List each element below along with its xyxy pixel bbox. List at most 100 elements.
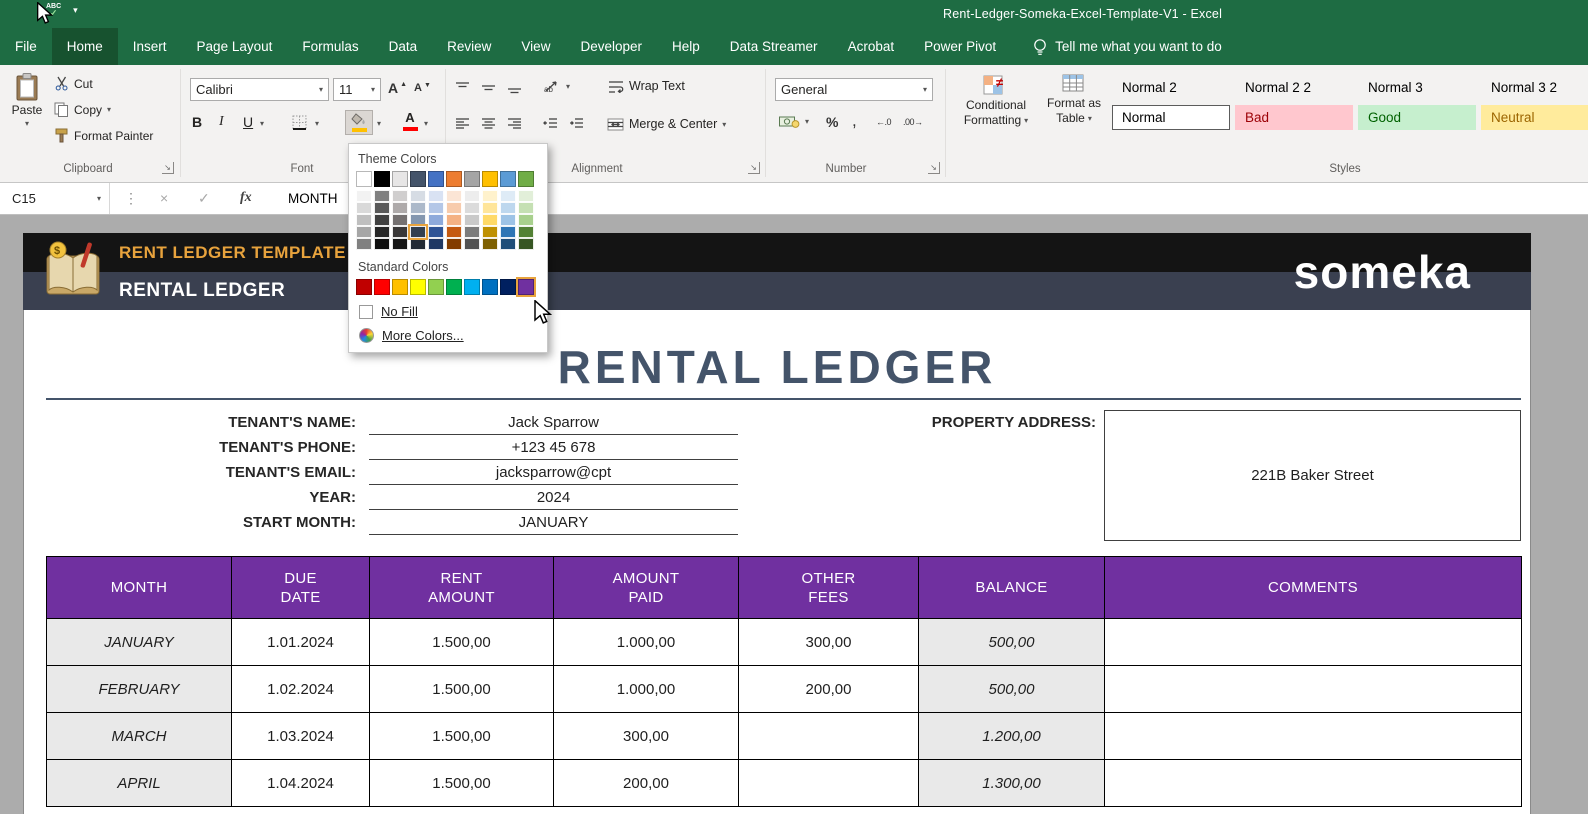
ledger-cell[interactable]: 1.01.2024 xyxy=(232,619,370,666)
theme-variant-swatch[interactable] xyxy=(428,214,444,226)
font-color-caret-icon[interactable]: ▾ xyxy=(424,119,428,128)
tenant-field-value[interactable]: +123 45 678 xyxy=(369,435,738,460)
theme-variant-swatch[interactable] xyxy=(464,226,480,238)
ledger-cell[interactable] xyxy=(739,760,919,807)
format-painter-button[interactable]: Format Painter xyxy=(54,128,153,143)
tab-home[interactable]: Home xyxy=(51,28,118,65)
number-dialog-launcher[interactable]: ↘ xyxy=(928,162,940,174)
ledger-cell[interactable]: APRIL xyxy=(47,760,232,807)
theme-variant-swatch[interactable] xyxy=(518,238,534,250)
fill-color-caret-icon[interactable]: ▾ xyxy=(377,119,381,128)
theme-variant-swatch[interactable] xyxy=(356,190,372,202)
ledger-cell[interactable]: 1.500,00 xyxy=(370,713,554,760)
theme-variant-swatch[interactable] xyxy=(446,226,462,238)
ledger-cell[interactable]: 1.500,00 xyxy=(370,666,554,713)
enter-check-icon[interactable]: ✓ xyxy=(198,190,210,207)
decrease-font-size-button[interactable]: A ▼ xyxy=(414,82,431,95)
borders-button[interactable] xyxy=(292,115,307,130)
theme-variant-swatch[interactable] xyxy=(410,214,426,226)
theme-variant-swatch[interactable] xyxy=(374,190,390,202)
standard-color-swatch[interactable] xyxy=(428,279,444,295)
font-size-combo[interactable]: 11 ▾ xyxy=(333,78,381,101)
theme-variant-swatch[interactable] xyxy=(446,214,462,226)
tab-data-streamer[interactable]: Data Streamer xyxy=(715,28,833,65)
ledger-cell[interactable] xyxy=(1105,666,1522,713)
fill-color-button[interactable] xyxy=(345,110,373,135)
middle-align-button[interactable] xyxy=(481,81,496,94)
theme-variant-swatch[interactable] xyxy=(500,190,516,202)
ledger-cell[interactable]: 1.200,00 xyxy=(919,713,1105,760)
theme-color-swatch[interactable] xyxy=(446,171,462,187)
paste-button[interactable]: Paste ▾ xyxy=(4,73,50,128)
bold-button[interactable]: B xyxy=(192,114,202,130)
align-left-button[interactable] xyxy=(455,117,470,130)
ledger-cell[interactable]: 200,00 xyxy=(739,666,919,713)
merge-center-button[interactable]: Merge & Center ▾ xyxy=(607,117,726,131)
theme-variant-swatch[interactable] xyxy=(356,202,372,214)
theme-variant-swatch[interactable] xyxy=(410,190,426,202)
theme-color-swatch[interactable] xyxy=(428,171,444,187)
theme-variant-swatch[interactable] xyxy=(392,202,408,214)
insert-function-icon[interactable]: fx xyxy=(240,190,252,206)
cell-style-normal-2-2[interactable]: Normal 2 2 xyxy=(1235,75,1353,100)
theme-variant-swatch[interactable] xyxy=(392,190,408,202)
tab-data[interactable]: Data xyxy=(374,28,433,65)
theme-variant-swatch[interactable] xyxy=(446,202,462,214)
align-right-button[interactable] xyxy=(507,117,522,130)
theme-variant-swatch[interactable] xyxy=(518,190,534,202)
theme-variant-swatch[interactable] xyxy=(500,226,516,238)
cell-style-bad[interactable]: Bad xyxy=(1235,105,1353,130)
orientation-button[interactable]: ab ▾ xyxy=(543,79,570,94)
ledger-cell[interactable]: 1.500,00 xyxy=(370,619,554,666)
increase-indent-button[interactable] xyxy=(569,117,584,130)
standard-color-swatch[interactable] xyxy=(516,277,536,297)
tenant-field-value[interactable]: jacksparrow@cpt xyxy=(369,460,738,485)
clipboard-dialog-launcher[interactable]: ↘ xyxy=(162,162,174,174)
theme-variant-swatch[interactable] xyxy=(374,202,390,214)
tell-me-box[interactable]: Tell me what you want to do xyxy=(1033,28,1222,65)
theme-variant-swatch[interactable] xyxy=(500,214,516,226)
no-fill-option[interactable]: No Fill xyxy=(356,304,541,319)
tenant-field-value[interactable]: 2024 xyxy=(369,485,738,510)
ledger-cell[interactable]: 1.000,00 xyxy=(554,619,739,666)
tab-help[interactable]: Help xyxy=(657,28,715,65)
theme-variant-swatch[interactable] xyxy=(518,214,534,226)
format-as-table-button[interactable]: Format as Table ▾ xyxy=(1042,73,1106,125)
standard-color-swatch[interactable] xyxy=(482,279,498,295)
name-box[interactable]: C15 ▾ xyxy=(0,183,110,214)
theme-variant-swatch[interactable] xyxy=(428,226,444,238)
font-color-button[interactable]: A xyxy=(398,111,422,132)
standard-color-swatch[interactable] xyxy=(464,279,480,295)
ledger-cell[interactable]: JANUARY xyxy=(47,619,232,666)
standard-color-swatch[interactable] xyxy=(500,279,516,295)
theme-variant-swatch[interactable] xyxy=(374,214,390,226)
ledger-cell[interactable]: 1.02.2024 xyxy=(232,666,370,713)
theme-color-swatch[interactable] xyxy=(410,171,426,187)
theme-variant-swatch[interactable] xyxy=(392,226,408,238)
standard-color-swatch[interactable] xyxy=(446,279,462,295)
ledger-cell[interactable]: 500,00 xyxy=(919,619,1105,666)
tab-review[interactable]: Review xyxy=(432,28,506,65)
top-align-button[interactable] xyxy=(455,81,470,94)
theme-variant-swatch[interactable] xyxy=(518,226,534,238)
theme-variant-swatch[interactable] xyxy=(482,190,498,202)
theme-variant-swatch[interactable] xyxy=(374,226,390,238)
ledger-cell[interactable]: MARCH xyxy=(47,713,232,760)
theme-variant-swatch[interactable] xyxy=(518,202,534,214)
ledger-cell[interactable]: 200,00 xyxy=(554,760,739,807)
cell-style-normal-3-2[interactable]: Normal 3 2 xyxy=(1481,75,1588,100)
theme-variant-swatch[interactable] xyxy=(482,226,498,238)
comma-style-button[interactable]: , xyxy=(852,111,857,131)
theme-variant-swatch[interactable] xyxy=(500,202,516,214)
ledger-cell[interactable]: 1.000,00 xyxy=(554,666,739,713)
alignment-dialog-launcher[interactable]: ↘ xyxy=(748,162,760,174)
cell-style-neutral[interactable]: Neutral xyxy=(1481,105,1588,130)
theme-color-swatch[interactable] xyxy=(392,171,408,187)
copy-button[interactable]: Copy ▾ xyxy=(54,102,111,117)
tab-developer[interactable]: Developer xyxy=(565,28,657,65)
theme-color-swatch[interactable] xyxy=(356,171,372,187)
tab-power-pivot[interactable]: Power Pivot xyxy=(909,28,1011,65)
ledger-cell[interactable] xyxy=(1105,713,1522,760)
more-colors-option[interactable]: More Colors... xyxy=(356,328,541,343)
theme-color-swatch[interactable] xyxy=(482,171,498,187)
